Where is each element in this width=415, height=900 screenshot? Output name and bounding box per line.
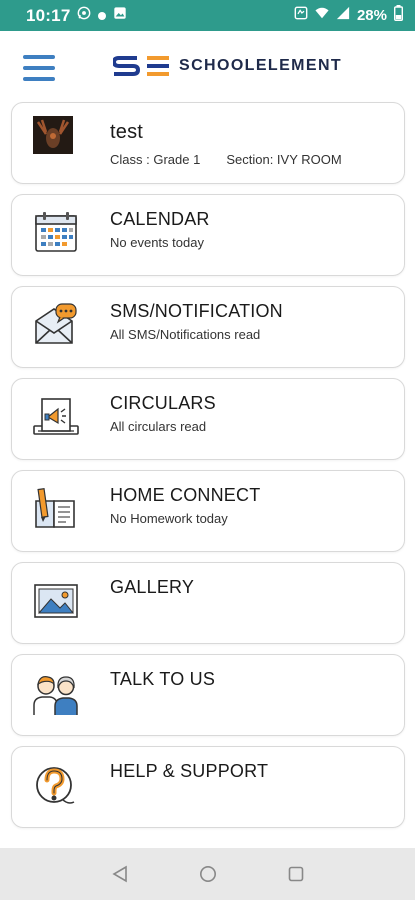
app-logo: SCHOOLELEMENT <box>113 55 342 77</box>
menu-item-home-connect[interactable]: HOME CONNECT No Homework today <box>11 470 405 552</box>
home-button[interactable] <box>198 864 218 884</box>
menu-item-talk-to-us[interactable]: TALK TO US <box>11 654 405 736</box>
menu-item-title: CIRCULARS <box>110 393 216 413</box>
data-saver-icon <box>294 6 308 25</box>
home-circle-icon <box>199 866 216 882</box>
menu-item-sms-notification[interactable]: SMS/NOTIFICATION All SMS/Notifications r… <box>11 286 405 368</box>
student-avatar <box>33 116 73 154</box>
schoolelement-logo-icon <box>113 56 169 76</box>
menu-item-circulars[interactable]: CIRCULARS All circulars read <box>11 378 405 460</box>
megaphone-doc-icon <box>32 393 80 441</box>
image-notification-icon <box>113 6 127 25</box>
student-profile-card[interactable]: test Class : Grade 1 Section: IVY ROOM <box>11 102 405 184</box>
status-bar: 10:17 28% <box>0 0 415 31</box>
calendar-icon <box>32 209 80 257</box>
battery-percent: 28% <box>356 7 387 24</box>
book-pencil-icon <box>32 485 80 533</box>
app-header: SCHOOLELEMENT <box>0 31 415 101</box>
logo-text: SCHOOLELEMENT <box>179 57 343 74</box>
menu-item-title: CALENDAR <box>110 209 210 229</box>
section-label: Section: IVY ROOM <box>226 152 342 167</box>
menu-item-subtitle: No Homework today <box>110 511 228 526</box>
menu-item-title: HOME CONNECT <box>110 485 261 505</box>
menu-item-calendar[interactable]: CALENDAR No events today <box>11 194 405 276</box>
whatsapp-icon <box>77 6 91 25</box>
people-icon <box>32 669 80 717</box>
menu-item-title: TALK TO US <box>110 669 216 689</box>
status-time: 10:17 <box>26 5 71 25</box>
menu-item-subtitle: All circulars read <box>110 419 207 434</box>
menu-item-gallery[interactable]: GALLERY <box>11 562 405 644</box>
menu-item-subtitle: No events today <box>110 235 204 250</box>
recents-square-icon <box>288 866 303 882</box>
wifi-icon <box>315 6 329 25</box>
menu-item-help-support[interactable]: HELP & SUPPORT <box>11 746 405 828</box>
hamburger-menu-button[interactable] <box>23 55 55 81</box>
menu-line <box>23 66 55 70</box>
back-triangle-icon <box>111 865 127 883</box>
recents-button[interactable] <box>286 864 306 884</box>
class-label: Class : Grade 1 <box>110 152 201 167</box>
menu-item-title: SMS/NOTIFICATION <box>110 301 283 321</box>
battery-icon <box>393 5 403 26</box>
status-right: 28% <box>294 5 403 26</box>
menu-item-title: HELP & SUPPORT <box>110 761 269 781</box>
menu-item-title: GALLERY <box>110 577 195 597</box>
question-icon <box>32 761 80 809</box>
menu-line <box>23 77 55 81</box>
back-button[interactable] <box>110 864 130 884</box>
menu-item-subtitle: All SMS/Notifications read <box>110 327 261 342</box>
system-nav-bar <box>0 848 415 900</box>
student-meta: Class : Grade 1 Section: IVY ROOM <box>110 152 342 167</box>
signal-icon <box>336 6 350 25</box>
notification-dot-icon <box>98 11 107 20</box>
student-name: test <box>110 121 144 143</box>
envelope-chat-icon <box>32 301 80 349</box>
status-left: 10:17 <box>26 6 127 26</box>
picture-icon <box>32 577 80 625</box>
menu-line <box>23 55 55 59</box>
